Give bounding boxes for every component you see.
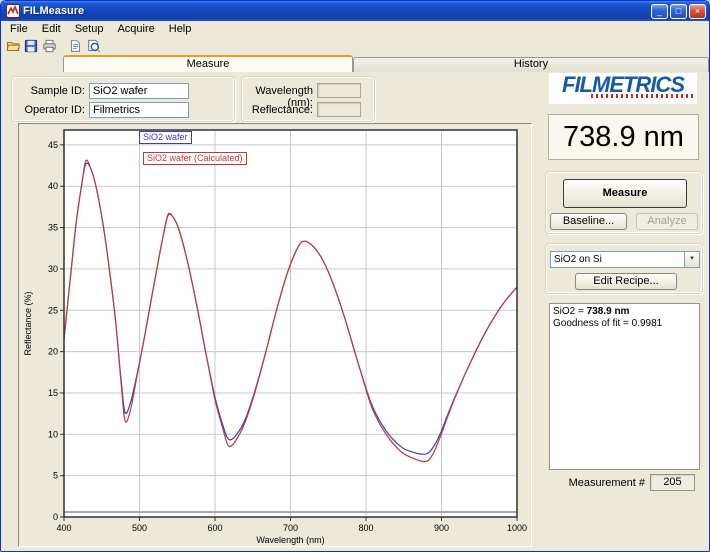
thickness-value: 738.9 nm — [563, 121, 684, 154]
open-icon[interactable] — [4, 37, 22, 54]
y-axis-title: Reflectance (%) — [23, 291, 33, 355]
svg-text:700: 700 — [283, 523, 298, 533]
svg-text:15: 15 — [48, 388, 58, 398]
app-icon[interactable] — [6, 4, 20, 18]
result-line-thickness: SiO2 = 738.9 nm — [553, 306, 696, 318]
svg-text:800: 800 — [358, 523, 373, 533]
recipe-selected-value: SiO2 on Si — [551, 252, 684, 267]
sample-id-label: Sample ID: — [15, 85, 85, 97]
chevron-down-icon[interactable]: ▼ — [684, 252, 699, 267]
svg-text:25: 25 — [48, 305, 58, 315]
measure-group: Measure Baseline... Analyze — [545, 171, 703, 234]
maximize-button[interactable]: □ — [670, 4, 687, 19]
x-axis-title: Wavelength (nm) — [256, 535, 324, 545]
reflectance-field — [317, 102, 361, 117]
recipe-group: SiO2 on Si ▼ Edit Recipe... — [545, 243, 703, 294]
svg-text:1000: 1000 — [507, 523, 527, 533]
measurement-number-label: Measurement # — [541, 477, 645, 489]
reflectance-label: Reflectance: — [229, 104, 313, 116]
window-title: FILMeasure — [23, 5, 649, 17]
legend-item-calculated: SiO2 wafer (Calculated) — [143, 152, 247, 165]
edit-recipe-button[interactable]: Edit Recipe... — [575, 273, 677, 290]
spectrum-plot[interactable]: 400 500 600 700 800 900 1000 0 5 10 15 20 25 30 35 40 45… — [19, 124, 531, 546]
svg-text:35: 35 — [48, 223, 58, 233]
minimize-button[interactable]: _ — [651, 4, 668, 19]
menu-item-acquire[interactable]: Acquire — [110, 22, 161, 36]
brand-logo: FILMETRICS — [549, 73, 697, 104]
preview-icon[interactable] — [84, 37, 102, 54]
svg-text:45: 45 — [48, 140, 58, 150]
tab-strip: Measure History — [1, 55, 709, 72]
app-window: FILMeasure _ □ × FileEditSetupAcquireHel… — [0, 0, 710, 552]
print-icon[interactable] — [40, 37, 58, 54]
title-bar[interactable]: FILMeasure _ □ × — [1, 1, 709, 21]
legend-item-measured: SiO2 wafer — [139, 131, 192, 144]
svg-text:30: 30 — [48, 264, 58, 274]
result-thickness-value: 738.9 nm — [587, 306, 630, 317]
filmetrics-logo-text: FILMETRICS — [549, 73, 697, 97]
svg-text:40: 40 — [48, 181, 58, 191]
tab-history[interactable]: History — [353, 57, 709, 72]
menu-item-setup[interactable]: Setup — [68, 22, 111, 36]
measurement-number-value: 205 — [650, 474, 695, 491]
analyze-button: Analyze — [636, 213, 698, 230]
wavelength-field — [317, 83, 361, 98]
result-line-gof: Goodness of fit = 0.9981 — [553, 318, 696, 330]
menu-item-help[interactable]: Help — [162, 22, 199, 36]
svg-text:400: 400 — [56, 523, 71, 533]
measure-button[interactable]: Measure — [563, 179, 687, 208]
svg-text:500: 500 — [132, 523, 147, 533]
thickness-reading-box: 738.9 nm — [548, 114, 699, 160]
tab-measure[interactable]: Measure — [63, 55, 353, 72]
document-icon[interactable] — [66, 37, 84, 54]
baseline-button[interactable]: Baseline... — [550, 213, 627, 230]
recipe-dropdown[interactable]: SiO2 on Si ▼ — [550, 251, 700, 268]
spectrum-chart[interactable]: 400 500 600 700 800 900 1000 0 5 10 15 20 25 30 35 40 45… — [18, 123, 532, 547]
svg-text:900: 900 — [434, 523, 449, 533]
menu-item-edit[interactable]: Edit — [35, 22, 68, 36]
operator-id-input[interactable] — [89, 102, 189, 118]
toolbar — [1, 36, 709, 55]
svg-text:5: 5 — [53, 471, 58, 481]
svg-text:600: 600 — [207, 523, 222, 533]
svg-text:20: 20 — [48, 347, 58, 357]
operator-id-label: Operator ID: — [15, 104, 85, 116]
results-box[interactable]: SiO2 = 738.9 nm Goodness of fit = 0.9981 — [549, 303, 700, 470]
save-icon[interactable] — [22, 37, 40, 54]
measure-tab-panel: Sample ID: Operator ID: Wavelength (nm):… — [1, 72, 709, 552]
svg-text:10: 10 — [48, 429, 58, 439]
svg-text:0: 0 — [53, 512, 58, 522]
menu-item-file[interactable]: File — [3, 22, 35, 36]
close-button[interactable]: × — [689, 4, 706, 19]
menu-bar: FileEditSetupAcquireHelp — [1, 21, 709, 36]
sample-id-input[interactable] — [89, 83, 189, 99]
